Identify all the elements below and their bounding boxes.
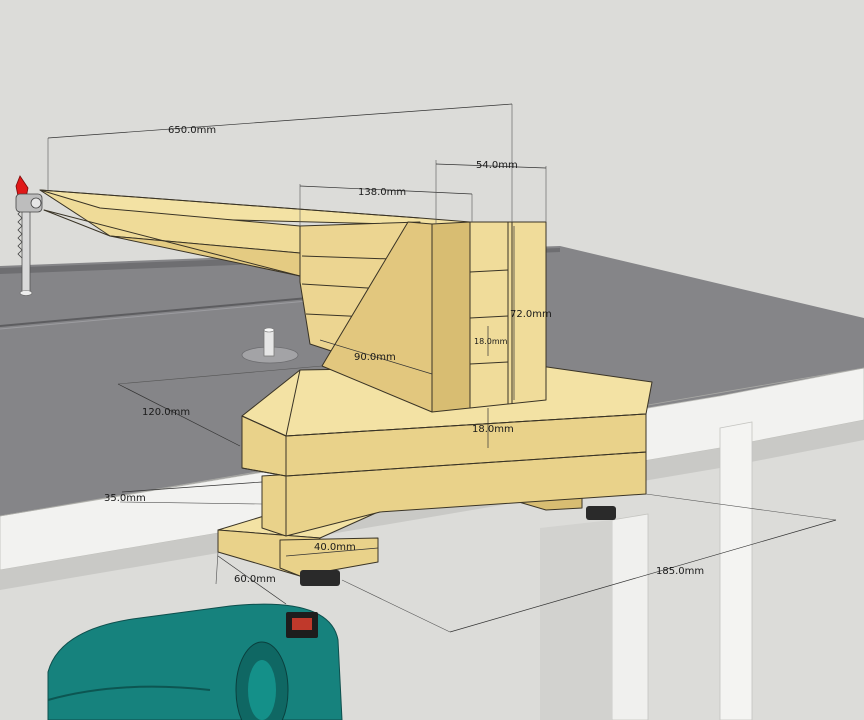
dim-block-layer: 18.0mm — [474, 337, 508, 346]
table-leg-mid — [611, 513, 649, 720]
bolt — [263, 329, 275, 357]
dim-block-height: 72.0mm — [510, 309, 552, 320]
dim-edge-offset: 35.0mm — [104, 493, 146, 504]
dim-brace: 90.0mm — [354, 352, 396, 363]
foot-pad-far — [586, 506, 616, 520]
dim-base-length: 185.0mm — [656, 566, 704, 577]
table-leg-back — [719, 421, 753, 720]
dim-top-offset: 138.0mm — [358, 187, 406, 198]
dim-foot-width: 40.0mm — [314, 542, 356, 553]
dim-foot-depth: 60.0mm — [234, 574, 276, 585]
dim-base-layer: 18.0mm — [472, 424, 514, 435]
dim-block-width: 54.0mm — [476, 160, 518, 171]
dim-arm-length: 650.0mm — [168, 125, 216, 136]
foot-pad-near — [300, 570, 340, 586]
table-leg-mid-shadow — [540, 520, 612, 720]
jig-block-side — [431, 221, 471, 413]
jig-3d-diagram: 650.0mm 138.0mm 54.0mm 72.0mm 18.0mm 90.… — [0, 0, 864, 720]
dim-reach: 120.0mm — [142, 407, 190, 418]
